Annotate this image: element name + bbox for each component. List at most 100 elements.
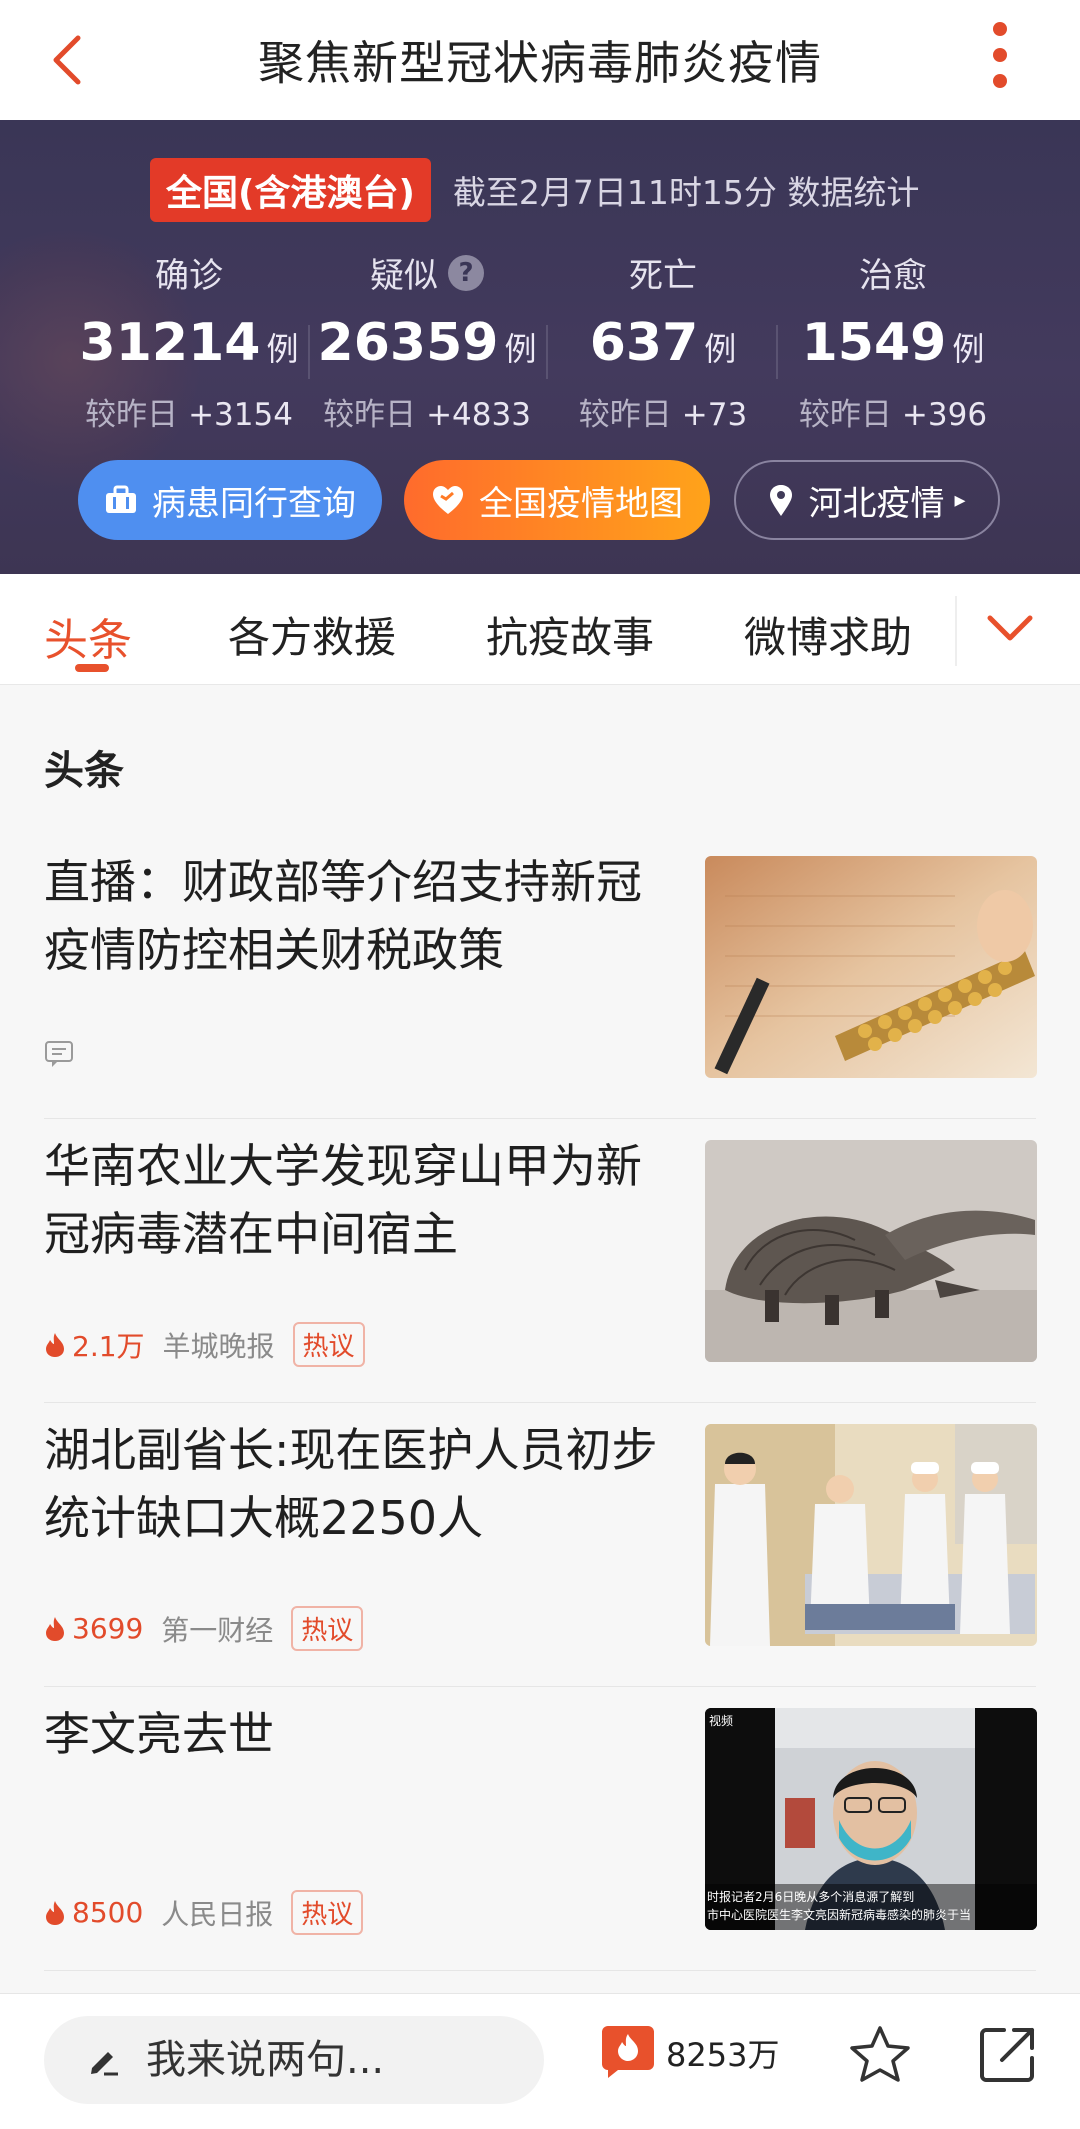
news-source: 人民日报 [161, 1897, 274, 1931]
list-divider [44, 1402, 1036, 1403]
news-meta [44, 1040, 74, 1075]
scope-badge: 全国(含港澳台) [150, 158, 431, 222]
list-divider [44, 1970, 1036, 1971]
news-thumbnail-video[interactable]: 视频 时报记者2月6日晚从多个消息源了解到 市中心医院医生李文亮因新冠病毒感染的… [705, 1708, 1037, 1930]
location-pin-icon [768, 483, 794, 517]
tab-weibo-help[interactable]: 微博求助 [744, 604, 912, 665]
metric-unit: 例 [266, 330, 299, 368]
like-button[interactable]: 8253万 [600, 2024, 779, 2082]
more-vertical-icon[interactable] [990, 22, 1010, 98]
delta-value: +4833 [426, 397, 531, 433]
hot-tag-badge: 热议 [292, 1322, 365, 1367]
bottom-bar: 8253万 [0, 1993, 1080, 2129]
news-meta: 3699 第一财经 热议 [44, 1606, 364, 1651]
video-badge: 视频 [709, 1714, 734, 1728]
delta-value: +3154 [188, 397, 293, 433]
news-headline[interactable]: 李文亮去世 [44, 1700, 684, 1768]
metric-confirmed: 确诊 31214 例 较昨日 +3154 [74, 248, 304, 434]
tab-headlines[interactable]: 头条 [44, 604, 132, 668]
hot-count: 2.1万 [44, 1325, 145, 1365]
news-item[interactable]: 华南农业大学发现穿山甲为新冠病毒潜在中间宿主 2.1万 羊城晚报 热议 [0, 1132, 1080, 1417]
data-timestamp: 截至2月7日11时15分 数据统计 [452, 173, 920, 212]
delta-label: 较昨日 [578, 397, 672, 433]
comment-input[interactable] [144, 2036, 548, 2084]
epidemic-stats-panel: 全国(含港澳台) 截至2月7日11时15分 数据统计 确诊 31214 例 较昨日… [0, 120, 1080, 574]
metric-label: 死亡 [629, 256, 697, 296]
page-title: 聚焦新型冠状病毒肺炎疫情 [258, 36, 822, 90]
metric-label: 治愈 [859, 256, 927, 296]
metric-value: 26359 [317, 313, 499, 373]
news-source: 第一财经 [161, 1613, 274, 1647]
flame-icon [46, 1900, 64, 1925]
button-label: 河北疫情 [808, 483, 945, 524]
hot-count: 3699 [44, 1612, 143, 1645]
news-thumbnail-pangolin[interactable] [705, 1140, 1037, 1362]
national-epidemic-map-button[interactable]: 全国疫情地图 [404, 460, 710, 540]
video-caption-line: 时报记者2月6日晚从多个消息源了解到 [707, 1890, 915, 1904]
news-item[interactable]: 直播：财政部等介绍支持新冠疫情防控相关财税政策 [0, 848, 1080, 1133]
metric-recovered: 治愈 1549 例 较昨日 +396 [778, 248, 1008, 434]
video-caption-line: 市中心医院医生李文亮因新冠病毒感染的肺炎于当 [707, 1908, 972, 1922]
share-icon[interactable] [976, 2022, 1040, 2090]
metric-suspected: 疑似? 26359 例 较昨日 +4833 [312, 248, 542, 434]
active-tab-indicator [75, 664, 109, 672]
star-icon[interactable] [848, 2022, 912, 2090]
scope-row: 全国(含港澳台) 截至2月7日11时15分 数据统计 [150, 158, 919, 222]
news-headline[interactable]: 直播：财政部等介绍支持新冠疫情防控相关财税政策 [44, 848, 684, 984]
chevron-right-icon: ▸ [954, 487, 966, 513]
flame-icon [46, 1332, 64, 1357]
metric-unit: 例 [952, 330, 985, 368]
hebei-epidemic-button[interactable]: 河北疫情 ▸ [734, 460, 1000, 540]
news-headline[interactable]: 华南农业大学发现穿山甲为新冠病毒潜在中间宿主 [44, 1132, 684, 1268]
news-thumbnail-medical-staff[interactable] [705, 1424, 1037, 1646]
list-divider [44, 1686, 1036, 1687]
news-source: 羊城晚报 [162, 1329, 275, 1363]
button-label: 病患同行查询 [152, 483, 356, 524]
back-arrow-icon[interactable] [40, 30, 100, 90]
action-buttons: 病患同行查询 全国疫情地图 河北疫情 ▸ [0, 460, 1080, 540]
hot-value: 2.1万 [72, 1329, 145, 1363]
metric-value: 1549 [801, 313, 947, 373]
patient-trip-search-button[interactable]: 病患同行查询 [78, 460, 382, 540]
briefcase-icon [104, 485, 138, 515]
chevron-down-icon[interactable] [980, 604, 1040, 654]
hot-count: 8500 [44, 1896, 143, 1929]
metric-unit: 例 [504, 330, 537, 368]
news-meta: 2.1万 羊城晚报 热议 [44, 1322, 365, 1367]
help-icon[interactable]: ? [448, 254, 484, 291]
tab-divider [955, 596, 957, 666]
like-count: 8253万 [666, 2036, 780, 2074]
news-meta: 8500 人民日报 热议 [44, 1890, 364, 1935]
tab-rescue[interactable]: 各方救援 [228, 604, 396, 665]
delta-label: 较昨日 [85, 397, 179, 433]
comment-icon [44, 1040, 74, 1075]
flame-icon [46, 1616, 64, 1641]
comment-box[interactable] [44, 2016, 548, 2104]
metric-value: 637 [589, 313, 699, 373]
delta-value: +396 [901, 397, 988, 433]
category-tabs: 头条 各方救援 抗疫故事 微博求助 [0, 574, 1080, 685]
hot-value: 3699 [72, 1612, 144, 1645]
metric-deaths: 死亡 637 例 较昨日 +73 [548, 248, 778, 434]
hot-tag-badge: 热议 [291, 1606, 364, 1651]
metric-label: 确诊 [155, 256, 223, 296]
list-divider [44, 1118, 1036, 1119]
metric-divider [308, 325, 310, 379]
metric-label: 疑似 [370, 256, 438, 296]
delta-label: 较昨日 [323, 397, 417, 433]
metric-unit: 例 [704, 330, 737, 368]
pencil-icon [86, 2042, 122, 2078]
news-item[interactable]: 李文亮去世 8500 人民日报 热议 视频 时报记者2月6日晚从多个消息源了解到… [0, 1700, 1080, 1985]
delta-value: +73 [681, 397, 748, 433]
button-label: 全国疫情地图 [479, 483, 683, 524]
flame-like-icon [600, 2024, 656, 2082]
hot-tag-badge: 热议 [291, 1890, 364, 1935]
metric-value: 31214 [79, 313, 261, 373]
news-headline[interactable]: 湖北副省长:现在医护人员初步统计缺口大概2250人 [44, 1416, 684, 1552]
delta-label: 较昨日 [798, 397, 892, 433]
news-thumbnail-abacus[interactable] [705, 856, 1037, 1078]
top-bar: 聚焦新型冠状病毒肺炎疫情 [0, 0, 1080, 120]
news-item[interactable]: 湖北副省长:现在医护人员初步统计缺口大概2250人 3699 第一财经 热议 [0, 1416, 1080, 1701]
section-title: 头条 [44, 748, 124, 794]
tab-stories[interactable]: 抗疫故事 [486, 604, 654, 665]
